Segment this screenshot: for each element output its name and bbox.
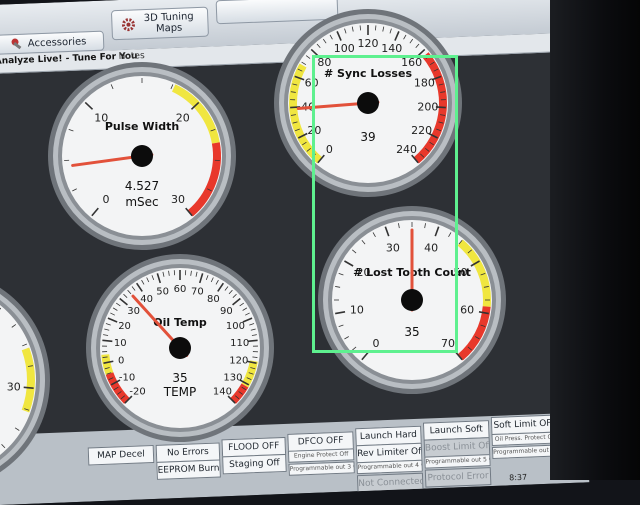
gauge-tick-label: 130 <box>223 372 242 383</box>
gauge-tick-label: 60 <box>460 304 474 317</box>
gauge-tick-label: 10 <box>114 338 127 349</box>
gauge-value: 35 <box>172 371 187 385</box>
gauge-hub <box>131 145 153 167</box>
gauge-tick-label: -10 <box>119 372 135 383</box>
gauge-tick-label: 20 <box>118 321 131 332</box>
gauge-tick <box>375 25 376 30</box>
pulse-width-gauge: 0102030Pulse Width4.527mSec <box>48 62 236 250</box>
gauge-tick-label: 140 <box>213 386 232 397</box>
oil-temp-gauge: -20 -10 0 10 20 304050 60 708090 100 110 120 130 140… <box>86 254 274 442</box>
gauge-tick-label: 80 <box>207 294 220 305</box>
gauge-tick-label: 70 <box>191 287 204 298</box>
gauge-tick-label: 100 <box>226 321 245 332</box>
gauge-tick-label: 30 <box>7 380 21 393</box>
gauge-value: 4.527 <box>125 179 159 193</box>
gauge-tick <box>102 340 112 341</box>
gauge-tick-label: 60 <box>174 284 187 295</box>
gauge-tick-label: 0 <box>118 356 124 367</box>
gauge-tick-label: 140 <box>381 42 402 55</box>
gauge-hub <box>169 337 191 359</box>
gauge-tick-label: 30 <box>127 306 140 317</box>
gauge-tick-label: -20 <box>129 386 145 397</box>
gauge-unit: mSec <box>125 195 158 209</box>
gauge-tick-label: 120 <box>229 356 248 367</box>
gauge-tick-label: 40 <box>140 294 153 305</box>
gauge-tick <box>360 25 361 30</box>
gauge-unit: TEMP <box>163 385 197 399</box>
gauge-tick-label: 110 <box>230 338 249 349</box>
gauge-tick <box>24 387 34 388</box>
highlight-box <box>312 55 458 353</box>
gauge-tick-label: 30 <box>171 193 185 206</box>
gauge-tick-label: 90 <box>220 306 233 317</box>
gauge-tick-label: 120 <box>358 37 379 50</box>
left-partial-gauge: 403020 <box>0 270 50 480</box>
gauge-title: Pulse Width <box>105 120 179 133</box>
gauge-tick-label: 100 <box>334 42 355 55</box>
gauge-tick-label: 0 <box>103 193 110 206</box>
gauge-tick-label: 50 <box>156 287 169 298</box>
